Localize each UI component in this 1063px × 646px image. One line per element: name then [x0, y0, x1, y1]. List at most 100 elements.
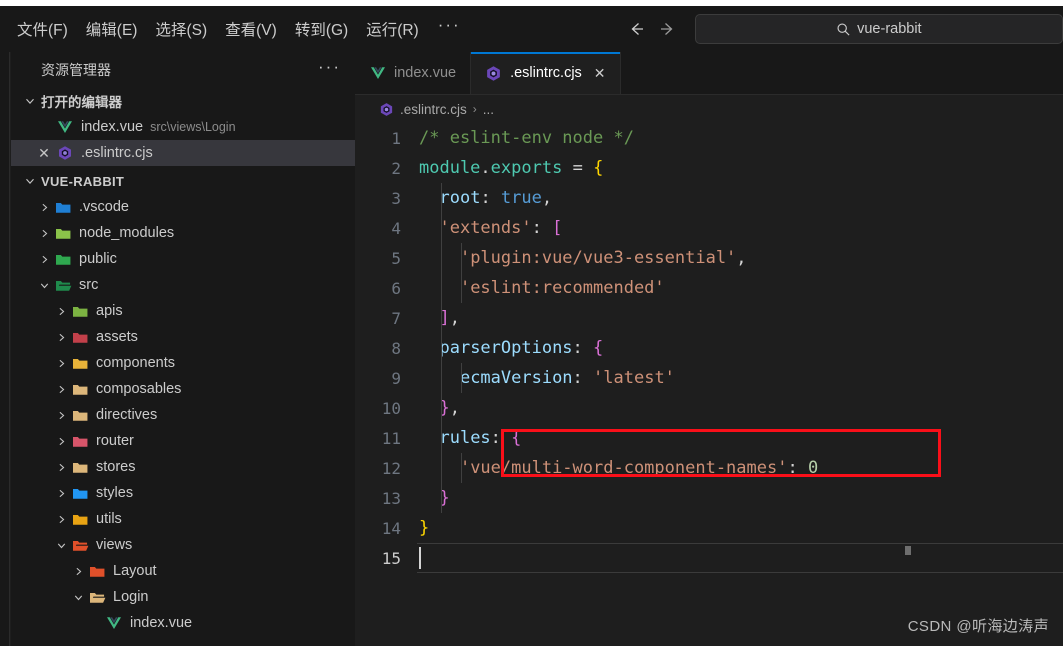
chevron-right-icon[interactable] [36, 227, 53, 240]
code-line-13[interactable]: 13 } [355, 483, 1063, 513]
tree-item-label: router [96, 433, 134, 449]
code-line-11[interactable]: 11 rules: { [355, 423, 1063, 453]
arrow-right-icon[interactable] [655, 16, 681, 42]
activity-bar[interactable] [0, 52, 10, 646]
breadcrumb-overflow[interactable]: ... [483, 102, 494, 117]
chevron-down-icon[interactable] [53, 539, 70, 552]
code-line-9[interactable]: 9 ecmaVersion: 'latest' [355, 363, 1063, 393]
menu-selection[interactable]: 选择(S) [146, 13, 216, 45]
breadcrumb-file[interactable]: .eslintrc.cjs [400, 102, 467, 117]
chevron-right-icon[interactable] [53, 435, 70, 448]
code-editor[interactable]: 1 /* eslint-env node */ 2 module. exports = … [355, 123, 1063, 646]
code-line-3[interactable]: 3 root: true, [355, 183, 1063, 213]
chevron-right-icon[interactable] [53, 357, 70, 370]
tree-item-index-vue[interactable]: index.vue [11, 610, 355, 636]
code-line-10[interactable]: 10 }, [355, 393, 1063, 423]
tree-item-views[interactable]: views [11, 532, 355, 558]
tree-item-label: stores [96, 459, 136, 475]
line-number: 11 [381, 428, 401, 448]
tree-item-node-modules[interactable]: node_modules [11, 220, 355, 246]
chevron-down-icon[interactable] [70, 591, 87, 604]
tree-item--vscode[interactable]: .vscode [11, 194, 355, 220]
tab-index-vue[interactable]: index.vue [355, 52, 472, 94]
chevron-right-icon[interactable] [53, 513, 70, 526]
code-line-8[interactable]: 8 parserOptions: { [355, 333, 1063, 363]
tree-item-utils[interactable]: utils [11, 506, 355, 532]
tree-item-src[interactable]: src [11, 272, 355, 298]
chevron-down-icon [23, 174, 37, 188]
code-line-1[interactable]: 1 /* eslint-env node */ [355, 123, 1063, 153]
folder-views-icon [70, 536, 90, 554]
chevron-right-icon[interactable] [70, 565, 87, 578]
code-line-12[interactable]: 12 'vue/multi-word-component-names': 0 [355, 453, 1063, 483]
minimap-slider[interactable] [905, 546, 911, 555]
line-number: 3 [391, 188, 401, 208]
tree-item-directives[interactable]: directives [11, 402, 355, 428]
chevron-down-icon[interactable] [36, 279, 53, 292]
menu-run[interactable]: 运行(R) [357, 13, 428, 45]
indent-guide [441, 423, 442, 453]
line-content: 'extends': [ [417, 213, 1063, 243]
close-icon[interactable]: ✕ [33, 145, 55, 162]
vue-file-icon [104, 614, 124, 632]
tree-item-login[interactable]: Login [11, 584, 355, 610]
tree-item-label: src [79, 277, 99, 293]
command-center-search[interactable]: vue-rabbit [694, 14, 1063, 44]
open-editor-eslintrc[interactable]: ✕ .eslintrc.cjs [11, 140, 355, 166]
tab-eslintrc[interactable]: .eslintrc.cjs ✕ [471, 52, 621, 94]
chevron-right-icon[interactable] [53, 305, 70, 318]
chevron-right-icon[interactable] [53, 409, 70, 422]
tree-item-stores[interactable]: stores [11, 454, 355, 480]
folder-plain-icon [70, 458, 90, 476]
close-icon[interactable]: ✕ [594, 65, 606, 82]
menu-edit[interactable]: 编辑(E) [77, 13, 147, 45]
section-open-editors[interactable]: 打开的编辑器 [11, 88, 355, 114]
code-line-2[interactable]: 2 module. exports = { [355, 153, 1063, 183]
menu-overflow-button[interactable]: ··· [428, 16, 471, 38]
tree-item-router[interactable]: router [11, 428, 355, 454]
code-token: parserOptions [439, 338, 573, 358]
chevron-right-icon[interactable] [36, 253, 53, 266]
indent-guide [461, 363, 462, 393]
search-input[interactable]: vue-rabbit [857, 21, 921, 37]
explorer-actions-button[interactable]: ··· [318, 58, 341, 77]
tree-item-components[interactable]: components [11, 350, 355, 376]
code-line-4[interactable]: 4 'extends': [ [355, 213, 1063, 243]
code-line-15[interactable]: 15 [355, 543, 1063, 573]
indent-guide [441, 453, 442, 483]
editor-group: index.vue .eslintrc.cjs ✕ .eslintrc.cjs … [355, 52, 1063, 646]
tree-item-apis[interactable]: apis [11, 298, 355, 324]
tree-item-public[interactable]: public [11, 246, 355, 272]
tree-item-assets[interactable]: assets [11, 324, 355, 350]
chevron-right-icon[interactable] [53, 383, 70, 396]
open-editor-index-vue[interactable]: index.vue src\views\Login [11, 114, 355, 140]
tree-item-label: index.vue [130, 615, 193, 631]
chevron-right-icon[interactable] [53, 461, 70, 474]
menu-go[interactable]: 转到(G) [286, 13, 357, 45]
search-icon [836, 22, 851, 37]
code-token: ecmaVersion [459, 368, 573, 388]
code-line-6[interactable]: 6 'eslint:recommended' [355, 273, 1063, 303]
code-line-7[interactable]: 7 ], [355, 303, 1063, 333]
tree-item-composables[interactable]: composables [11, 376, 355, 402]
file-tree: .vscode node_modules public src apis assets co… [11, 194, 355, 636]
menu-view[interactable]: 查看(V) [216, 13, 286, 45]
code-token: 'eslint:recommended' [459, 278, 665, 298]
tree-item-styles[interactable]: styles [11, 480, 355, 506]
menu-file[interactable]: 文件(F) [8, 13, 77, 45]
chevron-right-icon[interactable] [36, 201, 53, 214]
section-project-root[interactable]: VUE-RABBIT [11, 168, 355, 194]
chevron-right-icon[interactable] [53, 331, 70, 344]
tree-item-layout[interactable]: Layout [11, 558, 355, 584]
arrow-left-icon[interactable] [623, 16, 649, 42]
indent-guide [461, 273, 462, 303]
chevron-right-icon[interactable] [53, 487, 70, 500]
code-line-14[interactable]: 14} [355, 513, 1063, 543]
code-line-5[interactable]: 5 'plugin:vue/vue3-essential', [355, 243, 1063, 273]
line-number: 15 [381, 548, 401, 568]
tree-item-label: utils [96, 511, 122, 527]
